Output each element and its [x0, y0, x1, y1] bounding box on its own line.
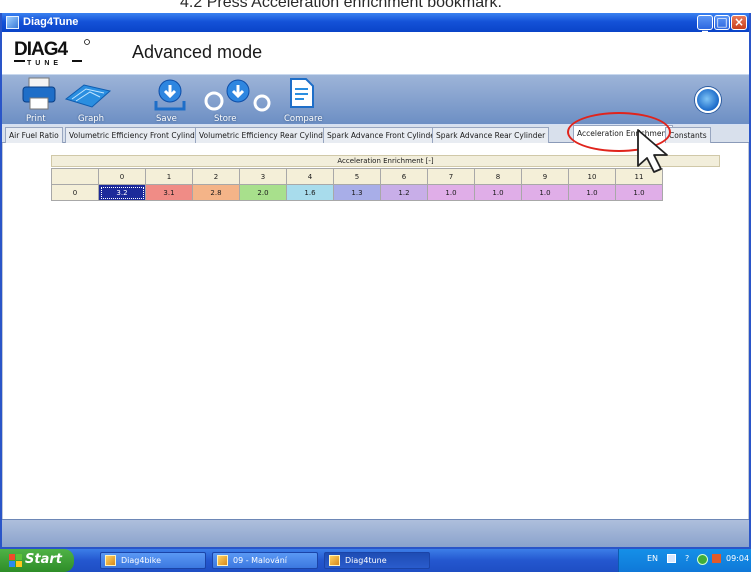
close-icon: × [733, 15, 745, 29]
app-icon [329, 555, 340, 566]
logo-wordmark: DIAG4 [14, 39, 69, 60]
start-button[interactable]: Start [0, 549, 74, 572]
task-label: 09 - Malování [233, 556, 288, 565]
clock: 09:04 [726, 554, 750, 563]
grid-cell[interactable]: 1.2 [380, 184, 428, 201]
table-panel: Acceleration Enrichment [-] 0 1 2 3 4 5 … [2, 143, 749, 519]
save-label: Save [156, 114, 177, 124]
grid-cell[interactable]: 1.3 [333, 184, 381, 201]
minimize-button[interactable]: _ [697, 15, 713, 32]
grid-cell[interactable]: 1.0 [474, 184, 522, 201]
tab-air-fuel-ratio[interactable]: Air Fuel Ratio [5, 127, 63, 143]
column-header: 10 [568, 168, 616, 185]
network-icon[interactable] [697, 554, 708, 565]
column-header: 8 [474, 168, 522, 185]
graph-button[interactable]: Graph [64, 75, 112, 125]
tray-icon[interactable] [712, 554, 721, 563]
compare-label: Compare [284, 114, 323, 124]
task-diag4bike[interactable]: Diag4bike [100, 552, 206, 569]
screen: 4.2 Press Acceleration enrichment bookma… [0, 0, 751, 572]
grid-cell[interactable]: 2.0 [239, 184, 287, 201]
status-bar [2, 519, 749, 547]
printer-icon [22, 77, 56, 110]
mode-title: Advanced mode [132, 42, 263, 62]
grid-title: Acceleration Enrichment [-] [51, 155, 720, 167]
compare-icon [290, 78, 314, 108]
grid-cell[interactable]: 1.0 [427, 184, 475, 201]
grid-cell[interactable]: 2.8 [192, 184, 240, 201]
grid-cell[interactable]: 3.2 [98, 184, 146, 201]
compare-button[interactable]: Compare [282, 75, 326, 125]
title-bar: Diag4Tune _ □ × [2, 13, 749, 32]
tab-ve-rear[interactable]: Volumetric Efficiency Rear Cylinder [195, 127, 335, 143]
acceleration-enrichment-grid: 0 1 2 3 4 5 6 7 8 9 10 11 0 3.2 3.1 2.8 … [51, 168, 663, 201]
caption-text: 4.2 Press Acceleration enrichment bookma… [180, 0, 502, 11]
maximize-icon: □ [716, 15, 728, 29]
row-header: 0 [51, 184, 99, 201]
task-label: Diag4tune [345, 556, 387, 565]
grid-cell[interactable]: 1.0 [521, 184, 569, 201]
taskbar: Start Diag4bike 09 - Malování Diag4tune … [0, 549, 751, 572]
language-indicator[interactable]: EN [647, 554, 658, 563]
grid-cell[interactable]: 1.6 [286, 184, 334, 201]
window-title: Diag4Tune [23, 16, 79, 28]
column-header: 3 [239, 168, 287, 185]
mouse-cursor-icon [637, 129, 668, 173]
minimize-icon: _ [702, 18, 708, 32]
maximize-button[interactable]: □ [714, 15, 730, 30]
graph-icon [64, 84, 112, 108]
document-caption: 4.2 Press Acceleration enrichment bookma… [0, 0, 751, 13]
save-icon [154, 79, 186, 111]
task-label: Diag4bike [121, 556, 162, 565]
app-icon [105, 555, 116, 566]
tab-spark-rear[interactable]: Spark Advance Rear Cylinder [432, 127, 550, 143]
help-icon[interactable]: ? [685, 554, 689, 563]
store-label: Store [214, 114, 237, 124]
tray-icon[interactable] [667, 554, 676, 563]
task-malovani[interactable]: 09 - Malování [212, 552, 318, 569]
grid-cell[interactable]: 3.1 [145, 184, 193, 201]
column-header: 4 [286, 168, 334, 185]
start-label: Start [25, 552, 62, 567]
save-button[interactable]: Save [152, 75, 192, 125]
column-header: 0 [98, 168, 146, 185]
print-label: Print [26, 114, 46, 124]
column-header: 6 [380, 168, 428, 185]
task-diag4tune[interactable]: Diag4tune [324, 552, 430, 569]
app-icon [6, 16, 19, 29]
paint-icon [217, 555, 228, 566]
graph-label: Graph [78, 114, 105, 124]
column-header: 2 [192, 168, 240, 185]
column-header: 5 [333, 168, 381, 185]
column-header: 1 [145, 168, 193, 185]
table-row: 0 3.2 3.1 2.8 2.0 1.6 1.3 1.2 1.0 1.0 1.… [51, 184, 663, 201]
column-header: 9 [521, 168, 569, 185]
navigation-button[interactable] [695, 87, 721, 113]
app-window: Diag4Tune _ □ × DIAG4 TUNE Advanced mode [0, 13, 751, 549]
header-row: 0 1 2 3 4 5 6 7 8 9 10 11 [51, 168, 663, 185]
system-tray: EN ? 09:04 [618, 549, 751, 572]
grid-corner [51, 168, 99, 185]
diag4tune-logo: DIAG4 TUNE [14, 39, 90, 67]
app-header: DIAG4 TUNE Advanced mode [2, 32, 749, 74]
store-icon [204, 79, 271, 112]
windows-flag-icon [9, 554, 22, 567]
close-button[interactable]: × [731, 15, 747, 30]
tab-spark-front[interactable]: Spark Advance Front Cylinder [323, 127, 443, 143]
tab-ve-front[interactable]: Volumetric Efficiency Front Cylinder [65, 127, 207, 143]
column-header: 7 [427, 168, 475, 185]
grid-cell[interactable]: 1.0 [568, 184, 616, 201]
print-button[interactable]: Print [20, 75, 60, 125]
grid-cell[interactable]: 1.0 [615, 184, 663, 201]
store-button[interactable]: Store [198, 75, 274, 125]
logo-subtitle: TUNE [27, 60, 62, 67]
